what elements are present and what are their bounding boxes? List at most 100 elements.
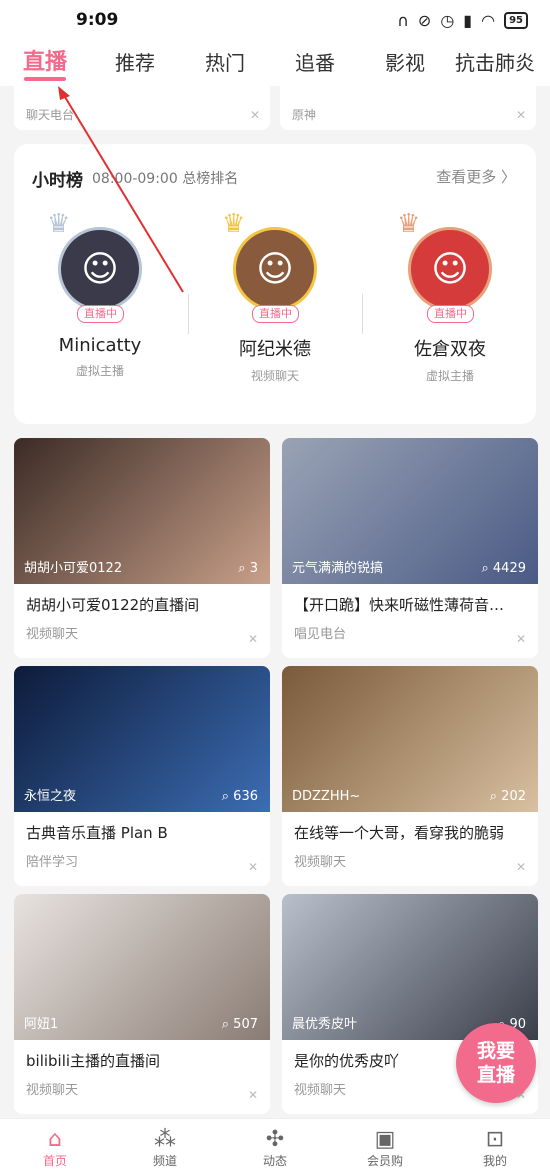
ranker-category: 虚拟主播 <box>425 369 474 383</box>
status-icons: ∩ ⊘ ◷ ▮ ◠ 95 <box>397 11 528 30</box>
nav-home-label: 首页 <box>42 1154 67 1168</box>
nav-shop[interactable]: ▣ 会员购 <box>330 1119 440 1171</box>
wifi-icon: ◠ <box>481 10 496 30</box>
live-room-card[interactable]: 永恒之夜 ⌕ 636 古典音乐直播 Plan B 陪伴学习 ✕ <box>14 666 270 886</box>
viewer-number: 202 <box>501 789 526 804</box>
nav-home[interactable]: ⌂ 首页 <box>0 1119 110 1171</box>
ranker-name: 佐倉双夜 <box>414 339 486 360</box>
host-name: 晨优秀皮叶 <box>292 1017 358 1032</box>
host-name: 元气满满的锐搞 <box>292 561 384 576</box>
nav-shop-label: 会员购 <box>366 1154 403 1168</box>
status-bar: 9:09 ∩ ⊘ ◷ ▮ ◠ 95 <box>0 0 550 40</box>
go-live-line1: 我要 <box>476 1040 515 1062</box>
nav-me-label: 我的 <box>482 1154 507 1168</box>
ranker-2[interactable]: ☺ ♛ 2 直播中 Minicatty 虚拟主播 <box>20 209 180 379</box>
room-title: 在线等一个大哥，看穿我的脆弱 <box>294 824 505 842</box>
live-badge: 直播中 <box>427 305 474 323</box>
room-category: 视频聊天 <box>294 855 347 870</box>
close-icon[interactable]: ✕ <box>250 108 260 122</box>
live-room-card[interactable]: DDZZHH~ ⌕ 202 在线等一个大哥，看穿我的脆弱 视频聊天 ✕ <box>282 666 538 886</box>
viewer-count: ⌕ 3 <box>238 561 258 576</box>
signal-icon: ▮ <box>463 10 473 30</box>
nav-channels-label: 频道 <box>152 1154 177 1168</box>
rank-more-link[interactable]: 查看更多 〉 <box>436 166 516 187</box>
nav-me[interactable]: ⊡ 我的 <box>440 1119 550 1171</box>
room-thumbnail: 元气满满的锐搞 ⌕ 4429 <box>282 438 538 584</box>
viewer-number: 636 <box>233 789 258 804</box>
close-icon[interactable]: ✕ <box>516 632 526 646</box>
tab-covid[interactable]: 抗击肺炎 <box>450 40 540 86</box>
room-thumbnail: 胡胡小可爱0122 ⌕ 3 <box>14 438 270 584</box>
room-thumbnail: 永恒之夜 ⌕ 636 <box>14 666 270 812</box>
room-title: 胡胡小可爱0122的直播间 <box>26 596 200 614</box>
mute-icon: ⊘ <box>417 10 432 30</box>
partial-card[interactable]: 原神 ✕ <box>280 86 536 130</box>
battery-icon: 95 <box>504 11 528 29</box>
ranker-name: Minicatty <box>58 335 142 356</box>
room-title: 古典音乐直播 Plan B <box>26 824 168 842</box>
close-icon[interactable]: ✕ <box>516 860 526 874</box>
rank-title: 小时榜 <box>32 171 83 191</box>
live-room-card[interactable]: 胡胡小可爱0122 ⌕ 3 胡胡小可爱0122的直播间 视频聊天 ✕ <box>14 438 270 658</box>
live-room-card[interactable]: 阿妞1 ⌕ 507 bilibili主播的直播间 视频聊天 ✕ <box>14 894 270 1114</box>
room-category: 视频聊天 <box>294 1083 347 1098</box>
bottom-nav: ⌂ 首页 ⁂ 频道 ✣ 动态 ▣ 会员购 ⊡ 我的 <box>0 1118 550 1171</box>
avatar: ☺ <box>233 227 317 311</box>
room-category: 陪伴学习 <box>26 855 79 870</box>
ranker-avatar-wrap: ☺ ♛ 2 直播中 <box>47 209 145 323</box>
tab-recommend[interactable]: 推荐 <box>90 40 180 86</box>
headphones-icon: ∩ <box>397 10 409 30</box>
channels-icon: ⁂ <box>154 1127 176 1152</box>
tab-hot[interactable]: 热门 <box>180 40 270 86</box>
rank-number: 3 <box>414 221 422 234</box>
avatar: ☺ <box>408 227 492 311</box>
host-name: DDZZHH~ <box>292 789 361 804</box>
alarm-icon: ◷ <box>440 10 455 30</box>
avatar: ☺ <box>58 227 142 311</box>
viewer-number: 4429 <box>492 561 526 576</box>
tab-movies[interactable]: 影视 <box>360 40 450 86</box>
top-tab-bar: 直播 推荐 热门 追番 影视 抗击肺炎 <box>0 40 550 86</box>
room-title: 【开口跪】快来听磁性薄荷音… <box>294 596 505 614</box>
ranker-name: 阿纪米德 <box>239 339 311 360</box>
room-thumbnail: 阿妞1 ⌕ 507 <box>14 894 270 1040</box>
ranker-3[interactable]: ☺ ♛ 3 直播中 佐倉双夜 虚拟主播 <box>370 209 530 384</box>
room-category: 唱见电台 <box>294 627 347 642</box>
close-icon[interactable]: ✕ <box>248 1088 258 1102</box>
partial-card[interactable]: 聊天电台 ✕ <box>14 86 270 130</box>
ranker-category: 视频聊天 <box>250 369 299 383</box>
partial-card-category: 原神 <box>292 108 317 122</box>
tv-icon: ⊡ <box>485 1127 505 1152</box>
home-icon: ⌂ <box>48 1127 62 1152</box>
ranker-1[interactable]: ☺ ♛ 1 直播中 阿纪米德 视频聊天 <box>195 209 355 384</box>
room-category: 视频聊天 <box>26 627 79 642</box>
status-time: 9:09 <box>76 10 119 30</box>
close-icon[interactable]: ✕ <box>516 108 526 122</box>
viewer-count: ⌕ 4429 <box>481 561 526 576</box>
live-badge: 直播中 <box>252 305 299 323</box>
close-icon[interactable]: ✕ <box>248 860 258 874</box>
go-live-button[interactable]: 我要 直播 <box>456 1023 536 1103</box>
live-room-card[interactable]: 元气满满的锐搞 ⌕ 4429 【开口跪】快来听磁性薄荷音… 唱见电台 ✕ <box>282 438 538 658</box>
hourly-rank-card[interactable]: 小时榜 08:00-09:00 总榜排名 查看更多 〉 ☺ ♛ 2 直播中 Mi… <box>14 144 536 424</box>
room-title: bilibili主播的直播间 <box>26 1052 161 1070</box>
viewer-number: 507 <box>233 1017 258 1032</box>
viewer-count: ⌕ 202 <box>489 789 526 804</box>
close-icon[interactable]: ✕ <box>248 632 258 646</box>
ranker-category: 虚拟主播 <box>75 364 124 378</box>
tab-live[interactable]: 直播 <box>0 40 90 86</box>
viewer-count: ⌕ 636 <box>221 789 258 804</box>
host-name: 阿妞1 <box>24 1017 59 1032</box>
rank-subtitle: 08:00-09:00 总榜排名 <box>92 171 239 187</box>
room-thumbnail: 晨优秀皮叶 ⌕ 90 <box>282 894 538 1040</box>
divider <box>188 294 189 334</box>
go-live-line2: 直播 <box>476 1064 515 1086</box>
tab-anime[interactable]: 追番 <box>270 40 360 86</box>
nav-dynamic[interactable]: ✣ 动态 <box>220 1119 330 1171</box>
host-name: 胡胡小可爱0122 <box>24 561 123 576</box>
room-thumbnail: DDZZHH~ ⌕ 202 <box>282 666 538 812</box>
viewer-number: 3 <box>249 561 258 576</box>
partial-card-row: 聊天电台 ✕ 原神 ✕ <box>0 86 550 136</box>
viewer-count: ⌕ 507 <box>221 1017 258 1032</box>
nav-channels[interactable]: ⁂ 频道 <box>110 1119 220 1171</box>
